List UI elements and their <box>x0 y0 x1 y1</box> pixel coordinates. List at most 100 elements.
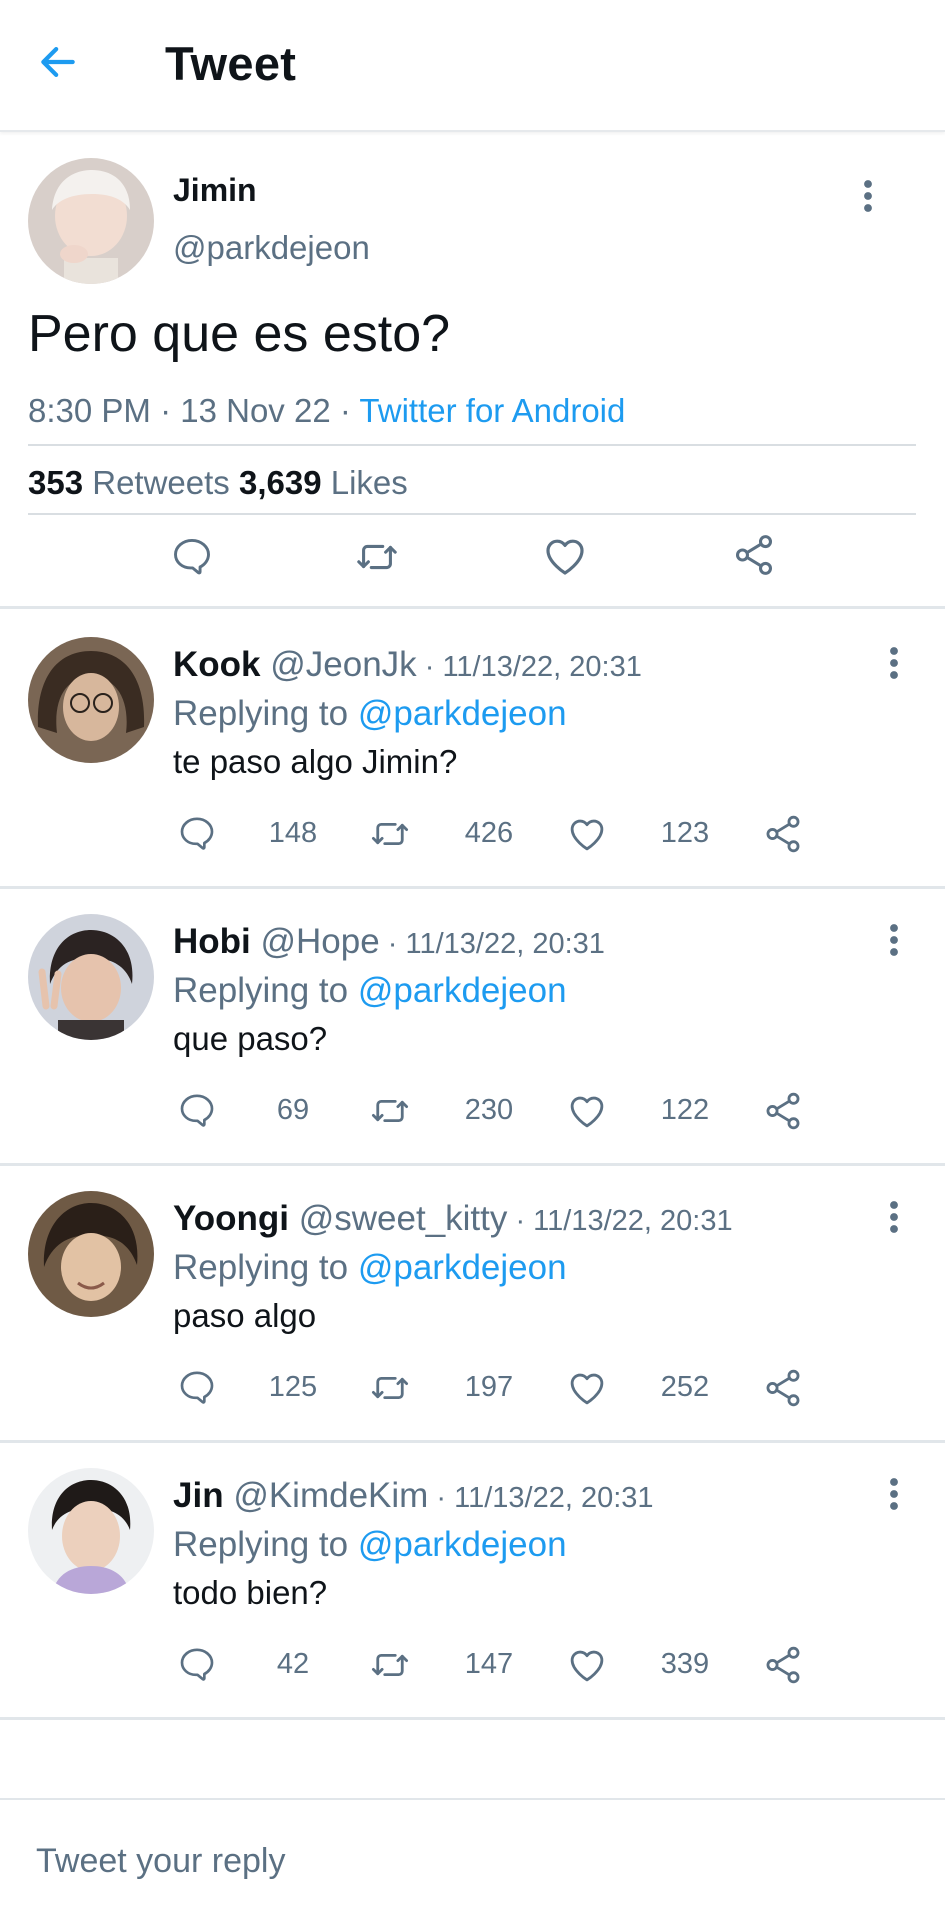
reply-actions: 42 147 339 <box>0 1644 945 1690</box>
like-count: 252 <box>660 1371 710 1403</box>
heart-icon <box>566 1367 608 1409</box>
author-handle[interactable]: @parkdejeon <box>173 229 370 267</box>
separator: · <box>416 651 443 683</box>
like-button[interactable] <box>566 1090 608 1137</box>
tweet-date: 13 Nov 22 <box>180 392 331 429</box>
replying-to-handle[interactable]: @parkdejeon <box>358 971 567 1010</box>
reply-author-handle[interactable]: @KimdeKim <box>233 1476 428 1515</box>
replying-to-label: Replying to <box>173 694 349 733</box>
reply-author-name[interactable]: Jin <box>173 1476 224 1515</box>
avatar[interactable] <box>28 914 154 1040</box>
separator: · <box>379 928 406 960</box>
reply-text: paso algo <box>173 1297 317 1334</box>
retweet-icon <box>354 534 400 580</box>
more-options-button[interactable] <box>888 645 918 689</box>
reply-composer <box>0 1798 945 1922</box>
reply-author-handle[interactable]: @Hope <box>261 922 380 961</box>
share-button[interactable] <box>762 1644 804 1691</box>
share-button[interactable] <box>731 532 777 583</box>
more-vertical-icon <box>862 178 874 214</box>
replying-to-handle[interactable]: @parkdejeon <box>358 694 567 733</box>
retweets-label: Retweets <box>92 464 230 501</box>
reply-date: 11/13/22, 20:31 <box>405 928 605 960</box>
reply-count: 42 <box>276 1648 310 1680</box>
likes-label: Likes <box>330 464 408 501</box>
reply-actions: 125 197 252 <box>0 1367 945 1413</box>
like-button[interactable] <box>566 813 608 860</box>
more-vertical-icon <box>888 922 900 958</box>
reply-input[interactable] <box>36 1836 896 1886</box>
heart-icon <box>566 1090 608 1132</box>
replying-to: Replying to @parkdejeon <box>173 1248 567 1288</box>
like-count: 339 <box>660 1648 710 1680</box>
share-icon <box>762 813 804 855</box>
reply-button[interactable] <box>177 1367 217 1412</box>
more-options-button[interactable] <box>888 1199 918 1243</box>
retweet-icon <box>369 813 411 855</box>
likes-count: 3,639 <box>238 464 322 501</box>
retweet-button[interactable] <box>369 1644 411 1691</box>
avatar[interactable] <box>28 1468 154 1594</box>
retweet-button[interactable] <box>369 813 411 860</box>
avatar[interactable] <box>28 637 154 763</box>
retweet-button[interactable] <box>354 534 400 585</box>
more-vertical-icon <box>888 1199 900 1235</box>
share-icon <box>762 1367 804 1409</box>
heart-icon <box>541 532 589 580</box>
more-options-button[interactable] <box>888 1476 918 1520</box>
reply-tweet[interactable]: Yoongi @sweet_kitty · 11/13/22, 20:31 Re… <box>0 1163 945 1443</box>
separator: · <box>428 1482 455 1514</box>
tweet-source-link[interactable]: Twitter for Android <box>359 392 625 429</box>
reply-count: 148 <box>268 817 318 849</box>
avatar[interactable] <box>28 158 154 284</box>
heart-icon <box>566 1644 608 1686</box>
separator: · <box>160 392 181 429</box>
more-options-button[interactable] <box>888 922 918 966</box>
reply-author-handle[interactable]: @sweet_kitty <box>299 1199 508 1238</box>
reply-tweet[interactable]: Hobi @Hope · 11/13/22, 20:31 Replying to… <box>0 886 945 1166</box>
retweet-count: 353 <box>28 464 84 501</box>
retweet-icon <box>369 1090 411 1132</box>
like-button[interactable] <box>541 532 589 585</box>
reply-button[interactable] <box>177 813 217 858</box>
share-button[interactable] <box>762 813 804 860</box>
reply-text: te paso algo Jimin? <box>173 743 458 780</box>
more-options-button[interactable] <box>862 178 892 222</box>
author-name[interactable]: Jimin <box>173 172 257 209</box>
reply-author-name[interactable]: Kook <box>173 645 261 684</box>
replying-to-label: Replying to <box>173 1248 349 1287</box>
retweet-icon <box>369 1644 411 1686</box>
retweet-stat[interactable]: 353 Retweets <box>28 464 230 501</box>
reply-author-name[interactable]: Yoongi <box>173 1199 289 1238</box>
replying-to-handle[interactable]: @parkdejeon <box>358 1248 567 1287</box>
reply-tweet[interactable]: Jin @KimdeKim · 11/13/22, 20:31 Replying… <box>0 1440 945 1720</box>
reply-tweet[interactable]: Kook @JeonJk · 11/13/22, 20:31 Replying … <box>0 609 945 889</box>
reply-text: que paso? <box>173 1020 328 1057</box>
like-button[interactable] <box>566 1367 608 1414</box>
like-button[interactable] <box>566 1644 608 1691</box>
arrow-left-icon <box>41 47 75 77</box>
tweet-stats: 353 Retweets 3,639 Likes <box>28 464 408 502</box>
reply-button[interactable] <box>177 1090 217 1135</box>
reply-button[interactable] <box>177 1644 217 1689</box>
reply-actions: 69 230 122 <box>0 1090 945 1136</box>
reply-button[interactable] <box>170 534 214 583</box>
reply-icon <box>177 813 217 853</box>
divider <box>28 513 916 515</box>
reply-header: Hobi @Hope · 11/13/22, 20:31 <box>173 922 605 962</box>
share-button[interactable] <box>762 1367 804 1414</box>
reply-count: 125 <box>268 1371 318 1403</box>
retweet-button[interactable] <box>369 1367 411 1414</box>
replying-to-handle[interactable]: @parkdejeon <box>358 1525 567 1564</box>
more-vertical-icon <box>888 645 900 681</box>
likes-stat[interactable]: 3,639 Likes <box>239 464 408 501</box>
avatar[interactable] <box>28 1191 154 1317</box>
reply-author-handle[interactable]: @JeonJk <box>270 645 416 684</box>
separator: · <box>339 392 360 429</box>
retweet-count: 147 <box>464 1648 514 1680</box>
reply-author-name[interactable]: Hobi <box>173 922 251 961</box>
share-button[interactable] <box>762 1090 804 1137</box>
back-button[interactable] <box>36 40 92 90</box>
reply-header: Kook @JeonJk · 11/13/22, 20:31 <box>173 645 642 685</box>
retweet-button[interactable] <box>369 1090 411 1137</box>
